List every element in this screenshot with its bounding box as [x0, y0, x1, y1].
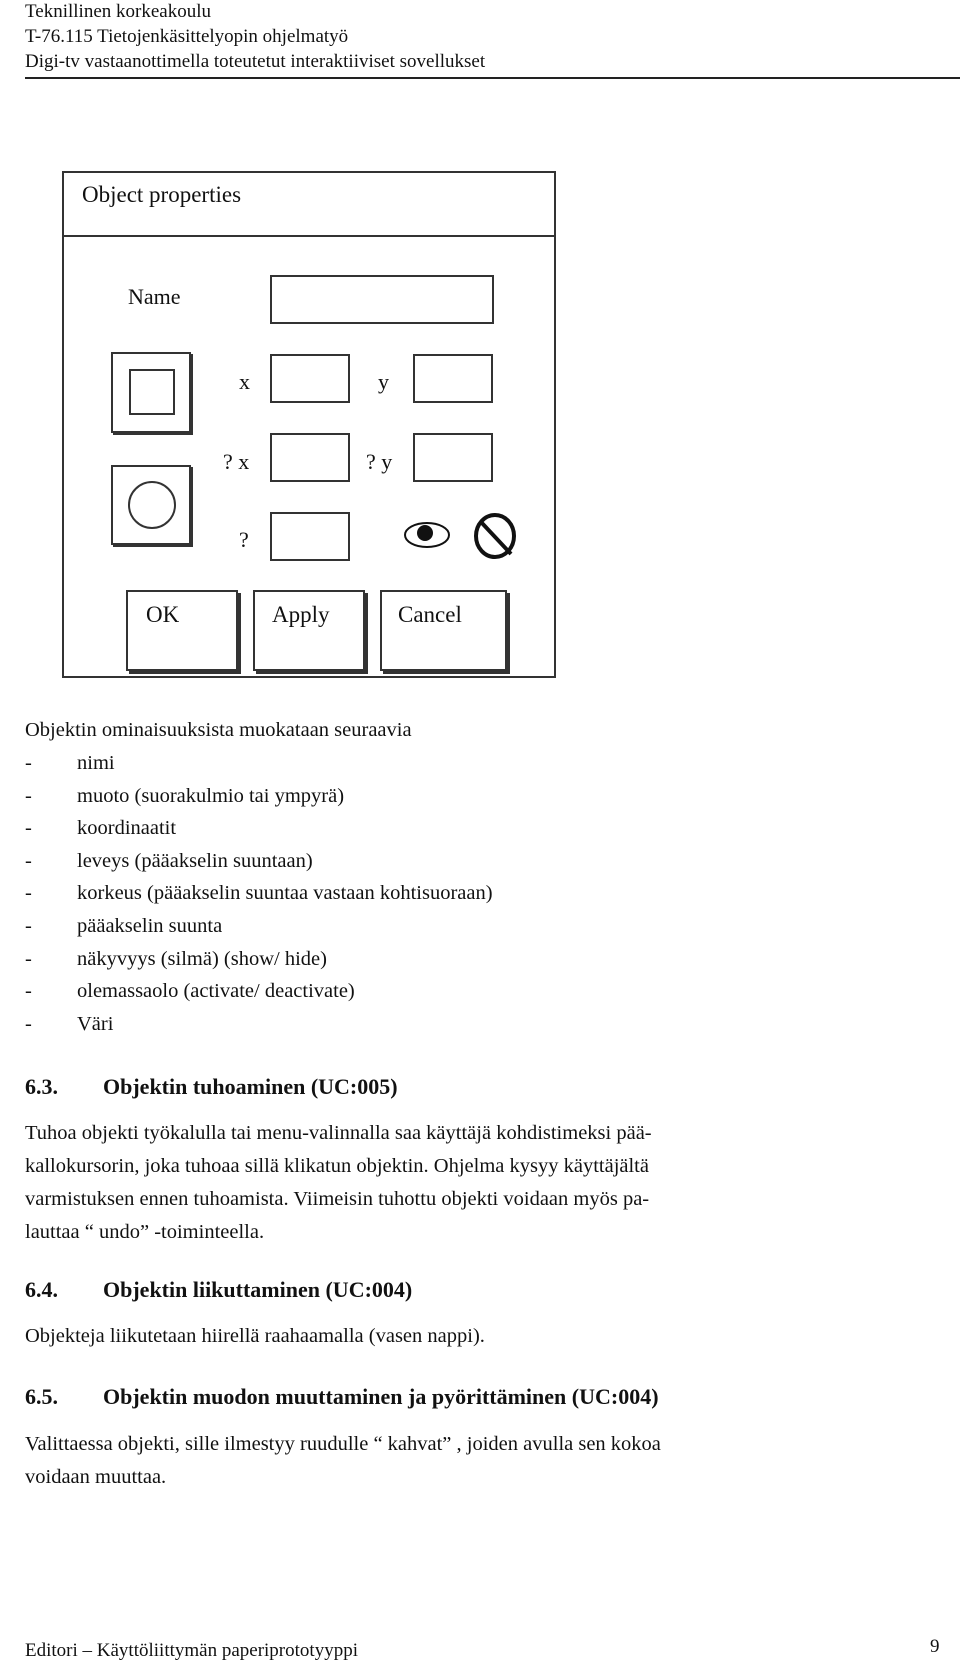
section-6-4-line: Objekteja liikutetaan hiirellä raahaamal…: [25, 1325, 485, 1347]
section-heading-6-5: 6.5. Objektin muodon muuttaminen ja pyöri…: [25, 1384, 659, 1409]
section-6-3-line: lauttaa “ undo” -toiminteella.: [25, 1221, 265, 1243]
section-6-3-line: Tuhoa objekti työkalulla tai menu-valinn…: [25, 1122, 652, 1144]
section-6-5-line: voidaan muuttaa.: [25, 1466, 167, 1488]
x-label: x: [239, 369, 250, 394]
list-item: - Väri: [25, 1012, 114, 1035]
cancel-button-label: Cancel: [398, 602, 462, 627]
angle-input[interactable]: [270, 512, 350, 561]
list-item: - muoto (suorakulmio tai ympyrä): [25, 784, 345, 807]
y-input[interactable]: [413, 354, 493, 403]
footer-title: Editori – Käyttöliittymän paperiprototyy…: [25, 1640, 358, 1661]
delta-x-input[interactable]: [270, 433, 350, 482]
header-course: T-76.115 Tietojenkäsittelyopin ohjelmaty…: [25, 26, 349, 47]
properties-list: - nimi - muoto (suorakulmio tai ympyrä) -k…: [25, 747, 493, 1040]
ok-button[interactable]: OK: [126, 590, 238, 671]
prohibited-slash: [479, 520, 513, 556]
delta-x-label: ? x: [223, 449, 250, 474]
section-heading-6-4: 6.4. Objektin liikuttaminen (UC:004): [25, 1277, 413, 1302]
list-item: - nimi: [25, 752, 115, 774]
header-divider: [25, 77, 960, 79]
section-6-3-line: varmistuksen ennen tuhoamista. Viimeisin…: [25, 1188, 650, 1210]
apply-button[interactable]: Apply: [253, 590, 365, 671]
shape-circle-button[interactable]: [111, 465, 191, 545]
cancel-button[interactable]: Cancel: [380, 590, 507, 671]
section-6-3-line: kallokursorin, joka tuhoaa sillä klikatu…: [25, 1155, 649, 1177]
y-label: y: [378, 369, 389, 394]
eye-pupil: [417, 525, 433, 541]
shape-rectangle-button[interactable]: [111, 352, 191, 433]
list-item: - pääakselin suunta: [25, 914, 223, 937]
rectangle-icon: [129, 369, 175, 415]
header-project: Digi-tv vastaanottimella toteutetut inte…: [25, 51, 486, 72]
ok-button-label: OK: [146, 602, 180, 627]
page-number: 9: [930, 1636, 940, 1657]
list-item: - olemassaolo (activate/ deactivate): [25, 980, 355, 1003]
visibility-toggle[interactable]: [402, 520, 452, 550]
delta-y-label: ? y: [366, 449, 393, 474]
list-item: - koordinaatit: [25, 817, 177, 840]
properties-intro: Objektin ominaisuuksista muokataan seura…: [25, 719, 412, 741]
angle-label: ?: [239, 527, 249, 552]
name-label: Name: [128, 284, 181, 309]
list-item: - näkyvyys (silmä) (show/ hide): [25, 947, 327, 970]
circle-icon: [128, 481, 176, 529]
list-item: - korkeus (pääakselin suuntaa vastaan koh…: [25, 882, 493, 905]
deactivate-toggle[interactable]: [473, 512, 517, 560]
x-input[interactable]: [270, 354, 350, 403]
delta-y-input[interactable]: [413, 433, 493, 482]
list-item: - leveys (pääakselin suuntaan): [25, 849, 313, 872]
section-6-5-line: Valittaessa objekti, sille ilmestyy ruud…: [25, 1433, 661, 1455]
apply-button-label: Apply: [272, 602, 330, 627]
header-institution: Teknillinen korkeakoulu: [25, 1, 211, 22]
section-heading-6-3: 6.3. Objektin tuhoaminen (UC:005): [25, 1074, 398, 1099]
name-input[interactable]: [270, 275, 494, 324]
dialog-title: Object properties: [82, 182, 242, 207]
